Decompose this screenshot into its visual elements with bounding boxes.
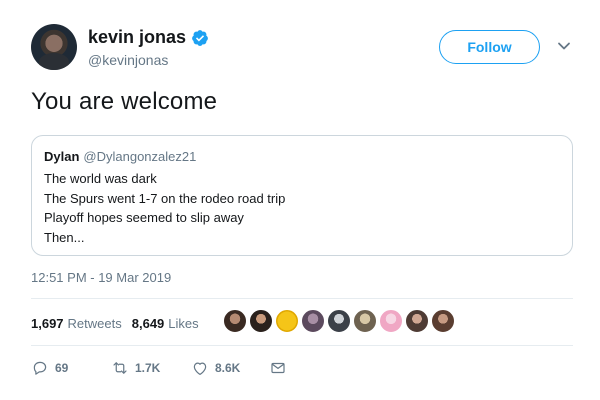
divider xyxy=(31,345,573,346)
reply-count: 69 xyxy=(55,361,69,375)
quoted-line: Then... xyxy=(44,229,85,245)
liker-avatar[interactable] xyxy=(301,309,325,333)
tweet-header: kevin jonas @kevinjonas Follow xyxy=(31,24,577,74)
liker-avatars xyxy=(223,309,455,333)
heart-icon xyxy=(193,362,207,375)
liker-avatar[interactable] xyxy=(405,309,429,333)
retweet-count: 1.7K xyxy=(135,361,161,375)
quoted-tweet-body: The world was dark The Spurs went 1-7 on… xyxy=(44,169,560,247)
author-avatar[interactable] xyxy=(31,24,77,70)
author-handle[interactable]: @kevinjonas xyxy=(88,52,168,68)
likes-count[interactable]: 8,649 xyxy=(132,316,165,331)
direct-message-action[interactable] xyxy=(269,359,287,377)
quoted-tweet-header: Dylan @Dylangonzalez21 xyxy=(44,149,560,165)
tweet-timestamp[interactable]: 12:51 PM - 19 Mar 2019 xyxy=(31,270,171,285)
tweet-actions: 69 1.7K 8.6K xyxy=(31,358,287,378)
likes-label[interactable]: Likes xyxy=(168,316,198,331)
quoted-tweet[interactable]: Dylan @Dylangonzalez21 The world was dark… xyxy=(31,135,573,256)
verified-badge-icon xyxy=(192,29,208,46)
like-count: 8.6K xyxy=(215,361,241,375)
liker-avatar[interactable] xyxy=(327,309,351,333)
quoted-author-name: Dylan xyxy=(44,149,80,164)
author-name-row: kevin jonas xyxy=(88,27,209,48)
retweets-label[interactable]: Retweets xyxy=(68,316,122,331)
tweet-text: You are welcome xyxy=(31,88,218,115)
reply-action[interactable]: 69 xyxy=(31,359,111,377)
quoted-line: Playoff hopes seemed to slip away xyxy=(44,210,244,225)
liker-avatar[interactable] xyxy=(353,309,377,333)
quoted-author-handle: @Dylangonzalez21 xyxy=(83,149,197,164)
divider xyxy=(31,298,573,299)
liker-avatar[interactable] xyxy=(379,309,403,333)
like-action[interactable]: 8.6K xyxy=(191,359,269,377)
retweet-action[interactable]: 1.7K xyxy=(111,359,191,377)
liker-avatar[interactable] xyxy=(223,309,247,333)
engagement-stats: 1,697 Retweets 8,649 Likes xyxy=(31,309,199,337)
follow-button[interactable]: Follow xyxy=(439,30,540,64)
retweets-count[interactable]: 1,697 xyxy=(31,316,64,331)
retweet-icon xyxy=(113,362,127,374)
liker-avatar[interactable] xyxy=(275,309,299,333)
quoted-line: The Spurs went 1-7 on the rodeo road tri… xyxy=(44,190,286,206)
liker-avatar[interactable] xyxy=(249,309,273,333)
author-display-name[interactable]: kevin jonas xyxy=(88,27,186,48)
chevron-down-icon[interactable] xyxy=(557,39,571,53)
envelope-icon xyxy=(271,362,285,374)
reply-icon xyxy=(33,361,47,375)
liker-avatar[interactable] xyxy=(431,309,455,333)
quoted-line: The world was dark xyxy=(44,171,157,186)
